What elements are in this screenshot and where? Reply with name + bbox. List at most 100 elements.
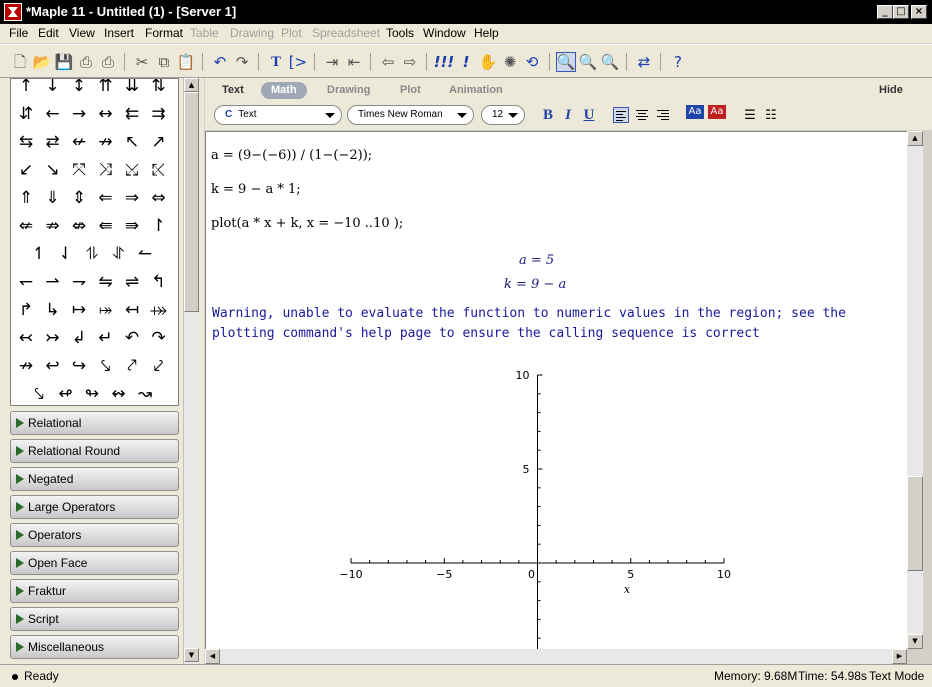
- palette-open-face[interactable]: Open Face: [10, 551, 179, 575]
- italic-button[interactable]: I: [559, 106, 577, 124]
- palette-arrow-symbol[interactable]: →: [66, 101, 92, 127]
- palette-arrow-symbol[interactable]: ↬: [79, 381, 105, 405]
- menu-plot[interactable]: Plot: [281, 26, 302, 40]
- highlight-color-icon[interactable]: Aa: [708, 105, 726, 119]
- print-icon[interactable]: ⎙: [76, 52, 96, 72]
- input-line-3[interactable]: plot(a * x + k, x = −10 ..10 );: [211, 216, 403, 231]
- debug-icon[interactable]: ✺: [500, 52, 520, 72]
- back-icon[interactable]: ⇦: [378, 52, 398, 72]
- palette-negated[interactable]: Negated: [10, 467, 179, 491]
- palette-arrow-symbol[interactable]: ↦: [66, 297, 92, 323]
- palette-arrow-symbol[interactable]: ⤤: [119, 353, 145, 379]
- scroll-down-icon[interactable]: ▼: [907, 634, 923, 649]
- palette-arrow-symbol[interactable]: ↢: [13, 325, 39, 351]
- palette-arrow-symbol[interactable]: ⤦: [146, 353, 172, 379]
- palette-arrow-symbol[interactable]: ⇁: [66, 269, 92, 295]
- palette-arrow-symbol[interactable]: ↛: [13, 353, 39, 379]
- palette-arrow-symbol[interactable]: ↕: [66, 79, 92, 99]
- underline-button[interactable]: U: [580, 106, 598, 124]
- outdent-icon[interactable]: ⇤: [344, 52, 364, 72]
- paste-icon[interactable]: 📋: [176, 52, 196, 72]
- palette-arrow-symbol[interactable]: ⤩: [119, 157, 145, 183]
- text-color-icon[interactable]: Aa: [686, 105, 704, 119]
- palette-arrow-symbol[interactable]: ↓: [40, 79, 66, 99]
- scroll-down-icon[interactable]: ▼: [184, 648, 199, 662]
- menu-view[interactable]: View: [69, 26, 95, 40]
- palette-arrow-symbol[interactable]: ⇅: [146, 79, 172, 99]
- cut-icon[interactable]: ✂: [132, 52, 152, 72]
- palette-operators[interactable]: Operators: [10, 523, 179, 547]
- palette-arrow-symbol[interactable]: ⇏: [40, 213, 66, 239]
- restart-icon[interactable]: ⟲: [522, 52, 542, 72]
- tab-math[interactable]: Math: [261, 82, 307, 99]
- menu-tools[interactable]: Tools: [386, 26, 414, 40]
- palette-arrow-symbol[interactable]: ↑: [13, 79, 39, 99]
- menu-spreadsheet[interactable]: Spreadsheet: [312, 26, 380, 40]
- palette-arrow-symbol[interactable]: ↲: [66, 325, 92, 351]
- hide-button[interactable]: Hide: [879, 82, 903, 99]
- palette-arrow-symbol[interactable]: ⇵: [13, 101, 39, 127]
- palette-script[interactable]: Script: [10, 607, 179, 631]
- menu-window[interactable]: Window: [423, 26, 466, 40]
- palette-arrow-symbol[interactable]: ⤅: [93, 297, 119, 323]
- palette-arrow-symbol[interactable]: ⇎: [66, 213, 92, 239]
- text-mode-icon[interactable]: T: [266, 52, 286, 72]
- palette-large-operators[interactable]: Large Operators: [10, 495, 179, 519]
- align-right-icon[interactable]: [655, 107, 671, 123]
- palette-arrow-symbol[interactable]: ↾: [146, 213, 172, 239]
- menu-file[interactable]: File: [9, 26, 28, 40]
- palette-arrow-symbol[interactable]: ⇀: [40, 269, 66, 295]
- input-line-2[interactable]: k = 9 − a * 1;: [211, 182, 301, 197]
- bullet-list-icon[interactable]: ☰: [740, 105, 760, 125]
- palette-arrow-symbol[interactable]: ⇑: [13, 185, 39, 211]
- palette-arrow-symbol[interactable]: ⇊: [119, 79, 145, 99]
- maple-app-icon[interactable]: [4, 3, 22, 21]
- worksheet-document[interactable]: a = (9−(−6)) / (1−(−2)); k = 9 − a * 1; …: [205, 131, 907, 649]
- palette-arrow-symbol[interactable]: ↽: [13, 269, 39, 295]
- palette-arrow-symbol[interactable]: ⇉: [146, 101, 172, 127]
- palette-arrow-symbol[interactable]: ↳: [40, 297, 66, 323]
- save-icon[interactable]: 💾: [54, 52, 74, 72]
- palette-arrow-symbol[interactable]: ↛: [93, 129, 119, 155]
- palette-arrow-symbol[interactable]: ⇄: [40, 129, 66, 155]
- tab-text[interactable]: Text: [222, 82, 244, 99]
- palette-arrow-symbol[interactable]: ↷: [146, 325, 172, 351]
- palette-arrow-symbol[interactable]: ⤀: [146, 297, 172, 323]
- palette-arrow-symbol[interactable]: ↣: [40, 325, 66, 351]
- open-icon[interactable]: 📂: [32, 52, 52, 72]
- copy-icon[interactable]: ⧉: [154, 52, 174, 72]
- print-preview-icon[interactable]: ⎙: [98, 52, 118, 72]
- scroll-up-icon[interactable]: ▲: [907, 131, 923, 146]
- palette-arrow-symbol[interactable]: ⇔: [146, 185, 172, 211]
- close-button[interactable]: ×: [911, 5, 927, 19]
- menu-table[interactable]: Table: [190, 26, 219, 40]
- menu-help[interactable]: Help: [474, 26, 499, 40]
- new-icon[interactable]: 🗋: [10, 52, 30, 72]
- palette-arrow-symbol[interactable]: ⇃: [53, 241, 79, 267]
- palette-arrow-symbol[interactable]: ↼: [132, 241, 158, 267]
- document-scroll-thumb[interactable]: [907, 476, 923, 571]
- scroll-up-icon[interactable]: ▲: [184, 78, 199, 92]
- palette-arrow-symbol[interactable]: ⤨: [93, 157, 119, 183]
- style-select[interactable]: C Text: [214, 105, 342, 125]
- math-input-icon[interactable]: [>: [288, 52, 308, 72]
- document-horizontal-scrollbar[interactable]: ◀ ▶: [205, 649, 907, 664]
- palette-scroll-thumb[interactable]: [184, 92, 199, 312]
- palette-arrow-symbol[interactable]: ⇛: [119, 213, 145, 239]
- palette-miscellaneous[interactable]: Miscellaneous: [10, 635, 179, 659]
- palette-arrow-symbol[interactable]: ↪: [66, 353, 92, 379]
- palette-arrow-symbol[interactable]: ↩: [40, 353, 66, 379]
- toggle-icon[interactable]: ⇄: [634, 52, 654, 72]
- palette-arrow-symbol[interactable]: ⇚: [93, 213, 119, 239]
- palette-arrow-symbol[interactable]: ↫: [53, 381, 79, 405]
- align-left-icon[interactable]: [613, 107, 629, 123]
- maximize-button[interactable]: □: [893, 5, 909, 19]
- indent-icon[interactable]: ⇥: [322, 52, 342, 72]
- palette-arrow-symbol[interactable]: ⤪: [146, 157, 172, 183]
- palette-arrow-symbol[interactable]: ⥮: [79, 241, 105, 267]
- scroll-left-icon[interactable]: ◀: [205, 649, 220, 664]
- menu-drawing[interactable]: Drawing: [230, 26, 274, 40]
- redo-icon[interactable]: ↷: [232, 52, 252, 72]
- palette-arrow-symbol[interactable]: ⇆: [13, 129, 39, 155]
- font-select[interactable]: Times New Roman: [347, 105, 474, 125]
